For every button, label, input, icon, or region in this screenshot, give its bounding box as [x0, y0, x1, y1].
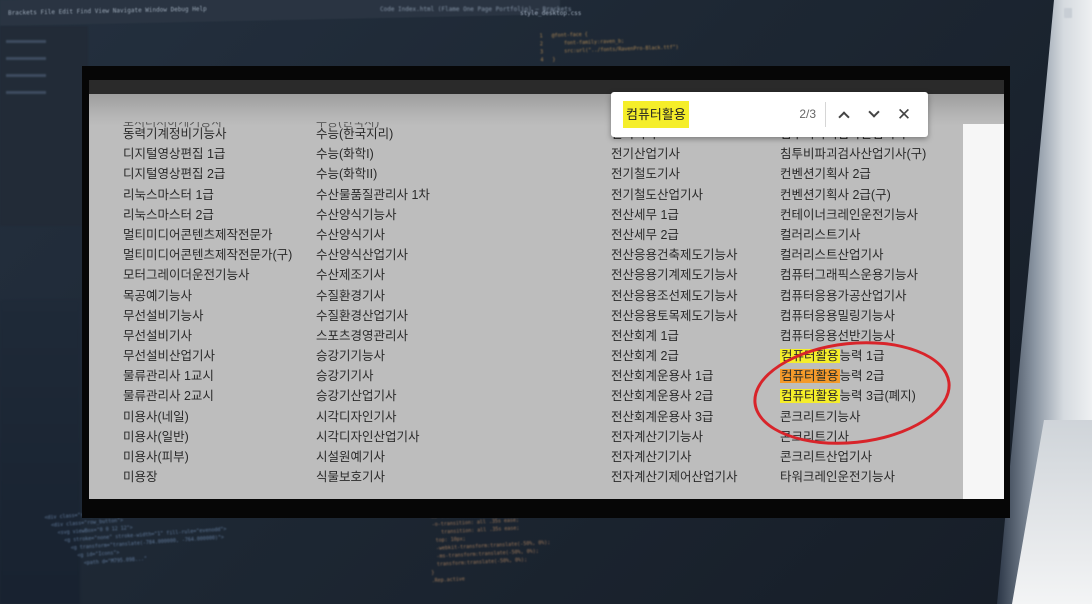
list-item[interactable]: 컴퓨터응용밀링기능사 — [780, 306, 926, 326]
list-item[interactable]: 수산양식기사 — [316, 225, 430, 245]
list-item[interactable]: 전산세무 2급 — [611, 225, 738, 245]
list-item[interactable]: 승강기기사 — [316, 366, 430, 386]
list-item[interactable]: 멀티미디어콘텐츠제작전문가(구) — [123, 245, 292, 265]
list-item[interactable]: 모터그레이더운전기능사 — [123, 265, 292, 285]
list-item[interactable]: 컨벤션기획사 2급 — [780, 164, 926, 184]
list-item[interactable]: 컨벤션기획사 2급(구) — [780, 185, 926, 205]
list-item[interactable]: 컨테이너크레인운전기능사 — [780, 205, 926, 225]
find-divider — [825, 102, 826, 127]
list-item[interactable]: 미용사(일반) — [123, 427, 292, 447]
list-item[interactable]: 콘크리트산업기사 — [780, 447, 926, 467]
list-item[interactable]: 전산응용기계제도기능사 — [611, 265, 738, 285]
certificate-column-4: 침투비파괴검사산업기사침투비파괴검사산업기사(구)컨벤션기획사 2급컨벤션기획사… — [780, 124, 926, 487]
list-item[interactable]: 침투비파괴검사산업기사(구) — [780, 144, 926, 164]
list-item-rest: 능력 1급 — [839, 349, 885, 364]
list-item[interactable]: 컴퓨터활용능력 2급 — [780, 366, 926, 386]
editor-code-top: 1 @font-face { 2 font-family:raven_b; 3 … — [539, 31, 679, 64]
list-item[interactable]: 타워크레인운전기능사 — [780, 467, 926, 487]
certificate-column-2: 수능(한국지리) 수능(화학I) 수능(화학II) 수산물품질관리사 1차 수산양식기능… — [316, 124, 430, 487]
list-item[interactable]: 무선설비기능사 — [123, 306, 292, 326]
list-item[interactable]: 전산응용토목제도기능사 — [611, 306, 738, 326]
list-item[interactable]: 전산응용건축제도기능사 — [611, 245, 738, 265]
list-item[interactable]: 미용사(피부) — [123, 447, 292, 467]
list-item[interactable]: 전산회계운용사 1급 — [611, 366, 738, 386]
list-item[interactable]: 전자계산기제어산업기사 — [611, 467, 738, 487]
page-scroll-area[interactable] — [963, 124, 1004, 499]
list-item[interactable]: 전자계산기기능사 — [611, 427, 738, 447]
list-item[interactable]: 전자계산기기사 — [611, 447, 738, 467]
list-item[interactable]: 식물보호기사 — [316, 467, 430, 487]
list-item[interactable]: 무선설비산업기사 — [123, 346, 292, 366]
list-item[interactable]: 수능(화학II) — [316, 164, 430, 184]
list-item[interactable]: 물류관리사 1교시 — [123, 366, 292, 386]
certificate-list-page: 로서러처하게기능사 수능(한국사) 동력기계정비기능사 디지털영상편집 1급 디지털… — [89, 94, 1004, 499]
list-item[interactable]: 컬러리스트산업기사 — [780, 245, 926, 265]
list-item[interactable]: 컴퓨터응용가공산업기사 — [780, 286, 926, 306]
editor-menubar: Brackets File Edit Find View Navigate Wi… — [0, 0, 560, 26]
list-item[interactable]: 전기철도산업기사 — [611, 185, 738, 205]
list-item[interactable]: 시설원예기사 — [316, 447, 430, 467]
list-item[interactable]: 수능(화학I) — [316, 144, 430, 164]
list-item[interactable]: 승강기산업기사 — [316, 386, 430, 406]
list-item[interactable]: 콘크리트기사 — [780, 427, 926, 447]
list-item[interactable]: 컴퓨터활용능력 3급(폐지) — [780, 386, 926, 406]
list-item[interactable]: 전산회계 1급 — [611, 326, 738, 346]
list-item[interactable]: 전기철도기사 — [611, 164, 738, 184]
list-item[interactable]: 동력기계정비기능사 — [123, 124, 292, 144]
search-highlight: 컴퓨터활용 — [780, 349, 840, 364]
list-item[interactable]: 시각디자인기사 — [316, 407, 430, 427]
list-item[interactable]: 미용장 — [123, 467, 292, 487]
find-previous-button[interactable] — [832, 102, 856, 127]
list-item[interactable]: 전산응용조선제도기능사 — [611, 286, 738, 306]
battery-icon — [1064, 8, 1072, 18]
list-item[interactable]: 스포츠경영관리사 — [316, 326, 430, 346]
certificate-column-3: 전기기사전기산업기사전기철도기사전기철도산업기사전산세무 1급전산세무 2급전산… — [611, 124, 738, 487]
list-item[interactable]: 목공예기능사 — [123, 286, 292, 306]
search-highlight: 컴퓨터활용 — [780, 389, 840, 404]
list-item[interactable]: 전산세무 1급 — [611, 205, 738, 225]
list-item[interactable]: 리눅스마스터 1급 — [123, 185, 292, 205]
list-item[interactable]: 전산회계 2급 — [611, 346, 738, 366]
list-item[interactable]: 수산양식산업기사 — [316, 245, 430, 265]
list-item[interactable]: 컴퓨터활용능력 1급 — [780, 346, 926, 366]
list-item[interactable]: 수질환경기사 — [316, 286, 430, 306]
list-item[interactable]: 수능(한국지리) — [316, 124, 430, 144]
find-match-count: 2/3 — [799, 107, 816, 121]
list-item[interactable]: 컬러리스트기사 — [780, 225, 926, 245]
list-item[interactable]: 전기산업기사 — [611, 144, 738, 164]
list-item[interactable]: 승강기기능사 — [316, 346, 430, 366]
list-item[interactable]: 컴퓨터그래픽스운용기능사 — [780, 265, 926, 285]
close-icon: ✕ — [896, 105, 912, 124]
editor-tab: style_desktop.css — [520, 10, 582, 17]
find-in-page-bar: 컴퓨터활용 2/3 ✕ — [611, 92, 928, 137]
chevron-down-icon — [868, 106, 880, 118]
editor-code-right: -ms-transition: all .35s ease; -o-transi… — [428, 509, 551, 585]
list-item[interactable]: 수산제조기사 — [316, 265, 430, 285]
certificate-column-1: 동력기계정비기능사 디지털영상편집 1급 디지털영상편집 2급 리눅스마스터 1급 리눅… — [123, 124, 292, 487]
list-item[interactable]: 디지털영상편집 2급 — [123, 164, 292, 184]
search-highlight: 컴퓨터활용 — [780, 369, 840, 384]
list-item[interactable]: 콘크리트기능사 — [780, 407, 926, 427]
editor-sidebar — [0, 26, 88, 226]
chevron-up-icon — [838, 111, 850, 123]
list-item[interactable]: 컴퓨터응용선반기능사 — [780, 326, 926, 346]
list-item[interactable]: 전산회계운용사 2급 — [611, 386, 738, 406]
list-item[interactable]: 수산물품질관리사 1차 — [316, 185, 430, 205]
list-item[interactable]: 수산양식기능사 — [316, 205, 430, 225]
list-item[interactable]: 물류관리사 2교시 — [123, 386, 292, 406]
find-query-text[interactable]: 컴퓨터활용 — [623, 101, 689, 128]
list-item[interactable]: 멀티미디어콘텐츠제작전문가 — [123, 225, 292, 245]
list-item[interactable]: 미용사(네일) — [123, 407, 292, 427]
list-item-rest: 능력 2급 — [839, 369, 885, 384]
list-item[interactable]: 리눅스마스터 2급 — [123, 205, 292, 225]
find-close-button[interactable]: ✕ — [892, 102, 916, 127]
list-item[interactable]: 시각디자인산업기사 — [316, 427, 430, 447]
list-item[interactable]: 수질환경산업기사 — [316, 306, 430, 326]
list-item[interactable]: 전산회계운용사 3급 — [611, 407, 738, 427]
list-item[interactable]: 무선설비기사 — [123, 326, 292, 346]
list-item[interactable]: 디지털영상편집 1급 — [123, 144, 292, 164]
list-item-rest: 능력 3급(폐지) — [839, 389, 916, 404]
find-next-button[interactable] — [862, 102, 886, 127]
